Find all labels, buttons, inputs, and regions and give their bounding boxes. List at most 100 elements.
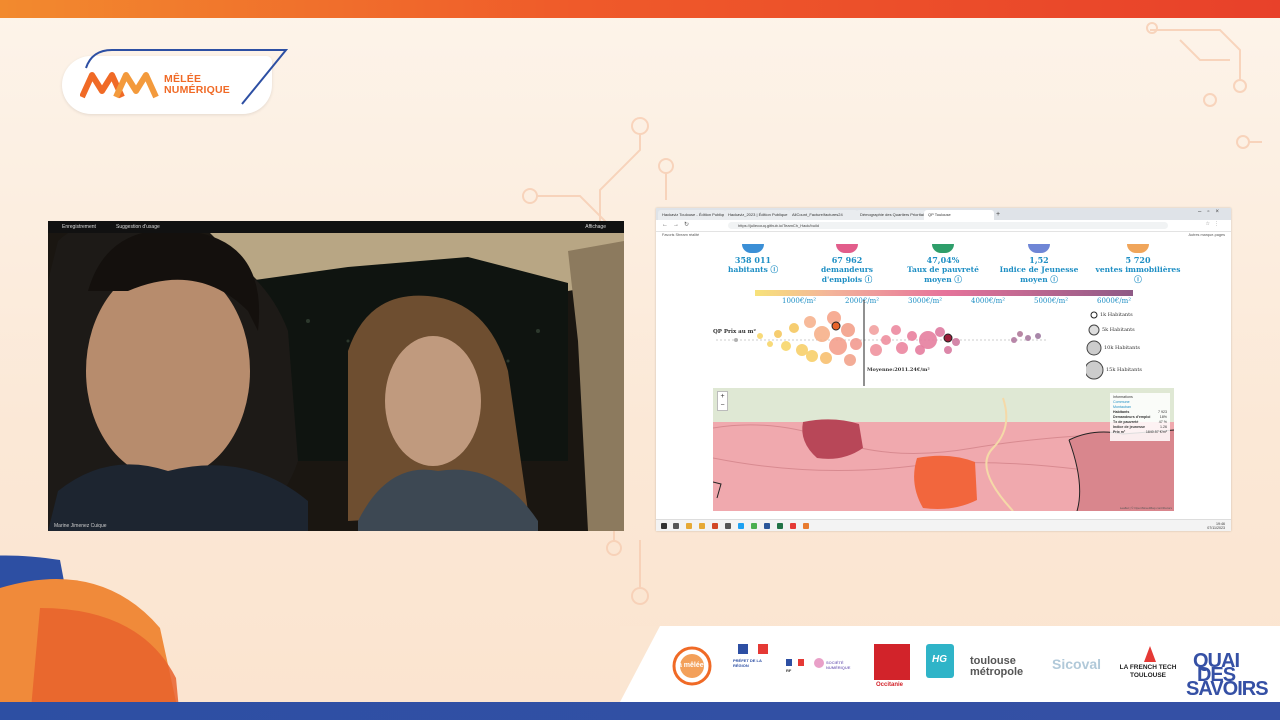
size-legend-label: 15k Habitants (1106, 367, 1142, 373)
qp-bubble[interactable] (820, 352, 832, 364)
kpi-label-line1: demandeurs (821, 265, 873, 274)
qp-bubble[interactable] (907, 331, 917, 341)
settings-icon[interactable] (725, 523, 731, 529)
info-row: Prix m² 1840.57 €/m² (1113, 430, 1167, 434)
qp-bubble[interactable] (869, 325, 879, 335)
kpi-label-line2: moyen (924, 274, 952, 284)
suggestion-label[interactable]: Suggestion d'usage (116, 221, 160, 233)
bookmark-left[interactable]: Favoris Stream réalité (662, 233, 699, 237)
sponsor-quai-des-savoirs: QUAI DES SAVOIRS (1186, 650, 1269, 700)
browser-menu-icon[interactable]: ☆⋮ (1206, 221, 1223, 227)
qp-bubble[interactable] (891, 325, 901, 335)
qp-bubble[interactable] (774, 330, 782, 338)
zoom-out-button[interactable]: − (718, 401, 727, 410)
kpi-label-line2: d'emplois (821, 274, 863, 284)
leaflet-map[interactable]: + − Informations Commune Montauban Habit… (713, 388, 1174, 511)
edge-icon[interactable] (738, 523, 744, 529)
qp-bubble[interactable] (935, 327, 945, 337)
url-input[interactable]: https://juliecouq.github.io/TeamCh_Hack/… (728, 222, 1168, 229)
french-tech-rooster-icon (1144, 646, 1156, 662)
qp-bubble[interactable] (789, 323, 799, 333)
qp-bubble-highlighted[interactable] (943, 333, 953, 343)
qp-bubble[interactable] (1017, 331, 1023, 337)
address-bar: ←→↻ https://juliecouq.github.io/TeamCh_H… (656, 220, 1231, 232)
qp-bubble[interactable] (844, 354, 856, 366)
kpi-label: d'emplois ⓘ (821, 274, 873, 284)
melee-logo-icon (80, 72, 159, 99)
sponsor-french-tech: LA FRENCH TECH TOULOUSE (1119, 664, 1177, 679)
qp-bubble[interactable] (814, 326, 830, 342)
browser-tab-bar: Hackaviz Toulouse - Édition Publique Hac… (656, 208, 1231, 220)
new-tab-icon[interactable]: + (996, 210, 1000, 220)
webcam-video: Enregistrement Suggestion d'usage Affich… (48, 221, 624, 531)
qp-bubble[interactable] (1025, 335, 1031, 341)
occitanie-cross-icon (874, 644, 910, 680)
qp-bubble[interactable] (804, 316, 816, 328)
nav-arrows-icon[interactable]: ←→↻ (662, 221, 694, 228)
qp-bubble[interactable] (850, 338, 862, 350)
sponsor-panel: la mêlée PRÉFET DE LA RÉGION RF SOCIÉTÉ … (620, 626, 1280, 702)
folder-icon[interactable] (686, 523, 692, 529)
kpi-demandeurs: 67 962 demandeurs d'emplois ⓘ (792, 244, 902, 284)
search-icon[interactable] (673, 523, 679, 529)
kpi-value: 5 720 (1125, 255, 1151, 265)
bookmark-right[interactable]: Autres marque-pages (1188, 233, 1225, 237)
record-label[interactable]: Enregistrement (62, 221, 96, 233)
qp-bubble[interactable] (841, 323, 855, 337)
explorer-icon[interactable] (699, 523, 705, 529)
logo-text: MÊLÉE NUMÉRIQUE (164, 74, 230, 96)
browser-window: Hackaviz Toulouse - Édition Publique Hac… (656, 208, 1231, 531)
kpi-circle-icon (742, 244, 764, 253)
qp-bubble[interactable] (734, 338, 738, 342)
qp-bubble[interactable] (919, 331, 937, 349)
rf-flag-icon (786, 659, 804, 666)
browser-tab[interactable]: AllCount_Facture/factures24 (788, 210, 858, 220)
qp-bubble[interactable] (781, 341, 791, 351)
societe-numerique-icon (814, 658, 824, 668)
webcam-scene (48, 221, 624, 531)
qp-bubble[interactable] (881, 335, 891, 345)
qp-bubble[interactable] (870, 344, 882, 356)
browser-tab[interactable]: Démographie des Quartiers Prioritaires (856, 210, 926, 220)
qp-bubble[interactable] (952, 338, 960, 346)
webcam-toolbar: Enregistrement Suggestion d'usage Affich… (48, 221, 624, 233)
browser-tab[interactable]: Hackaviz_2023 | Édition Publique (724, 210, 790, 220)
kpi-label-line1: ventes immobilières (1095, 265, 1181, 274)
qp-bubble[interactable] (767, 341, 773, 347)
qp-bubble[interactable] (757, 333, 763, 339)
browser-tab[interactable]: Hackaviz Toulouse - Édition Publique (658, 210, 726, 220)
qp-bubble[interactable] (829, 337, 847, 355)
qp-bubble[interactable] (1011, 337, 1017, 343)
qp-bubble[interactable] (796, 344, 808, 356)
window-controls-icon[interactable]: –▫× (1198, 209, 1225, 215)
qp-bubble[interactable] (806, 350, 818, 362)
zoom-in-button[interactable]: + (718, 392, 727, 401)
qp-bubble[interactable] (1035, 333, 1041, 339)
kpi-value: 47,04% (926, 255, 960, 265)
kpi-label: moyen ⓘ (924, 274, 962, 284)
qp-bubble-highlighted[interactable] (831, 321, 841, 331)
sponsor-occitanie: Occitanie (876, 682, 904, 688)
scale-tick: 6000€/m² (1097, 297, 1132, 305)
logo-line2: NUMÉRIQUE (164, 84, 230, 96)
chrome-icon[interactable] (751, 523, 757, 529)
republic-flag-icon (738, 644, 768, 654)
pdf-icon[interactable] (790, 523, 796, 529)
qp-bubble[interactable] (896, 342, 908, 354)
start-icon[interactable] (661, 523, 667, 529)
kpi-label: moyen ⓘ (1020, 274, 1058, 284)
size-legend-label: 1k Habitants (1100, 312, 1133, 318)
price-scale-bar (755, 290, 1133, 296)
taskbar-clock[interactable]: 19:46 07/11/2023 (1207, 522, 1225, 530)
sponsor-societe-numerique: SOCIÉTÉ NUMÉRIQUE (826, 660, 851, 670)
excel-icon[interactable] (777, 523, 783, 529)
browser-tab-active[interactable]: QP Toulouse (924, 210, 994, 220)
word-icon[interactable] (764, 523, 770, 529)
office-icon[interactable] (712, 523, 718, 529)
qp-bubble[interactable] (944, 346, 952, 354)
beeswarm-plot[interactable] (716, 300, 1046, 386)
sponsor-prefet: PRÉFET DE LA RÉGION (733, 658, 762, 668)
app-icon[interactable] (803, 523, 809, 529)
map-attribution[interactable]: Leaflet | © OpenStreetMap contributors (1120, 506, 1172, 510)
display-label[interactable]: Affichage (585, 221, 606, 233)
